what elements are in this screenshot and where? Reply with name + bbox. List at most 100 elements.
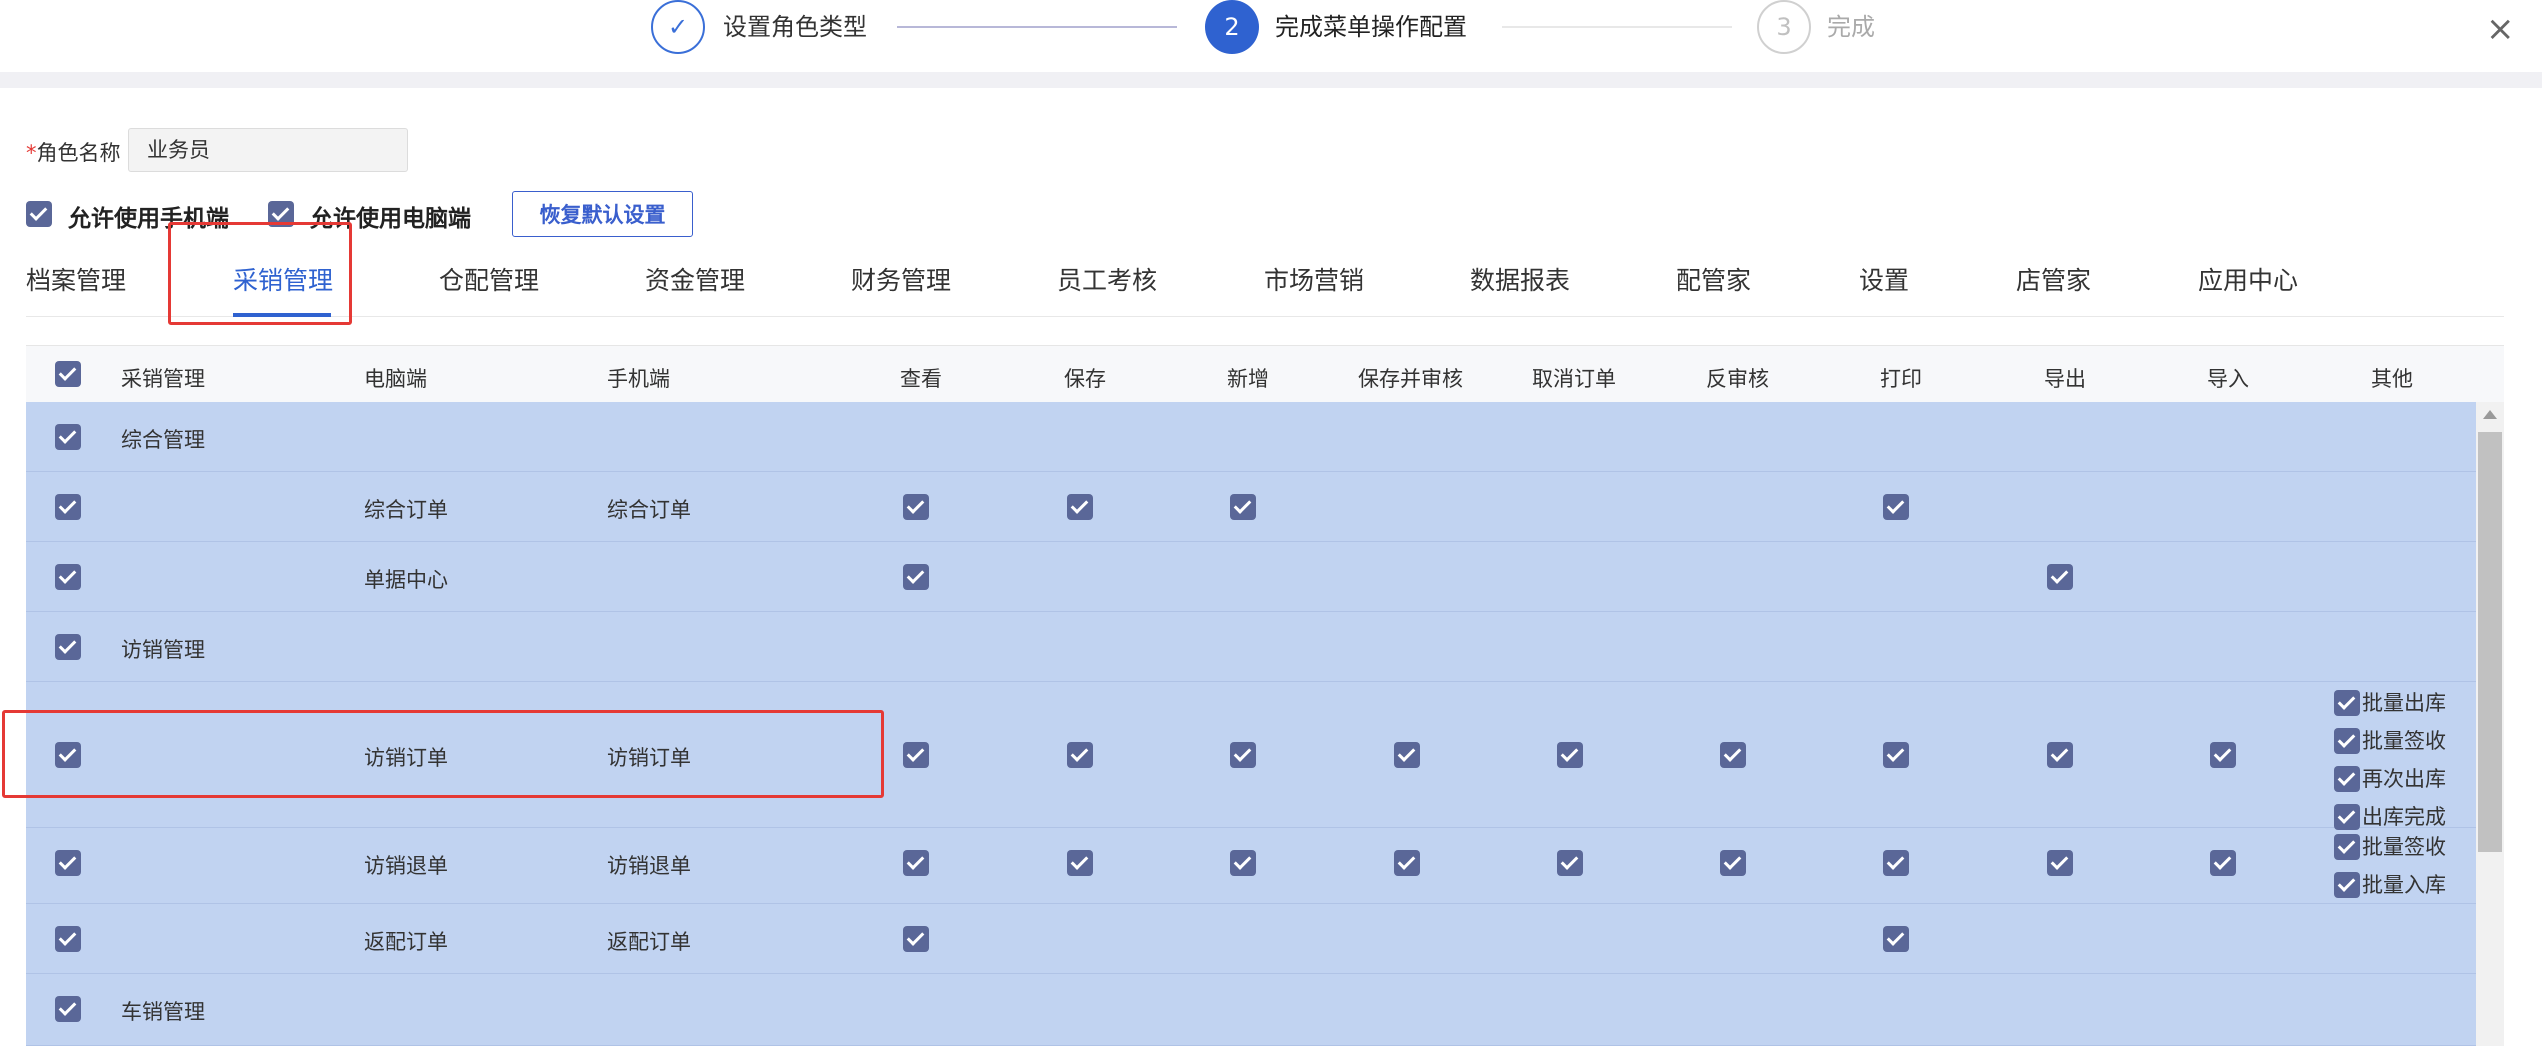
save-approve-checkbox[interactable] [1394,850,1420,876]
row-checkbox[interactable] [55,424,81,450]
table-row: 访销管理 [26,612,2476,682]
group-name: 访销管理 [121,638,205,662]
checkbox-checked-icon[interactable] [2334,834,2360,860]
step-3-label: 完成 [1827,13,1875,41]
col-header-save: 保存 [1064,367,1106,391]
group-name: 综合管理 [121,428,205,452]
print-checkbox[interactable] [1883,742,1909,768]
group-name: 车销管理 [121,1000,205,1024]
step-1-label: 设置角色类型 [723,13,867,41]
checkbox-checked-icon[interactable] [2334,804,2360,830]
mobile-menu-name: 综合订单 [607,498,691,522]
role-name-input[interactable]: 业务员 [128,128,408,172]
cancel-order-checkbox[interactable] [1557,850,1583,876]
add-checkbox[interactable] [1230,494,1256,520]
tab-settings[interactable]: 设置 [1859,261,1909,297]
other-option-label: 再次出库 [2362,767,2446,791]
header-divider-bar [0,72,2542,88]
scroll-up-arrow-icon[interactable] [2483,410,2497,419]
step-connector-1 [897,26,1177,28]
checkbox-checked-icon[interactable] [2334,766,2360,792]
import-checkbox[interactable] [2210,850,2236,876]
view-checkbox[interactable] [903,494,929,520]
tab-archive[interactable]: 档案管理 [26,261,126,297]
other-option-label: 批量出库 [2362,691,2446,715]
step-3-number: 3 [1757,0,1811,54]
restore-default-button[interactable]: 恢复默认设置 [512,191,693,237]
add-checkbox[interactable] [1230,742,1256,768]
row-checkbox[interactable] [55,634,81,660]
print-checkbox[interactable] [1883,850,1909,876]
unapprove-checkbox[interactable] [1720,850,1746,876]
export-checkbox[interactable] [2047,850,2073,876]
view-checkbox[interactable] [903,850,929,876]
print-checkbox[interactable] [1883,926,1909,952]
export-checkbox[interactable] [2047,564,2073,590]
table-row: 单据中心 [26,542,2476,612]
select-all-checkbox[interactable] [55,361,81,387]
checkbox-checked-icon[interactable] [2334,690,2360,716]
print-checkbox[interactable] [1883,494,1909,520]
unapprove-checkbox[interactable] [1720,742,1746,768]
save-approve-checkbox[interactable] [1394,742,1420,768]
view-checkbox[interactable] [903,564,929,590]
col-header-cancel-order: 取消订单 [1532,367,1616,391]
col-header-import: 导入 [2207,367,2249,391]
col-header-unapprove: 反审核 [1706,367,1769,391]
table-row: 访销退单 访销退单 批量签收 批量入库 [26,828,2476,904]
tab-reports[interactable]: 数据报表 [1470,261,1570,297]
checkbox-checked-icon[interactable] [26,201,52,227]
other-option-label: 批量签收 [2362,835,2446,859]
col-header-other: 其他 [2371,367,2413,391]
other-option-label: 批量入库 [2362,873,2446,897]
import-checkbox[interactable] [2210,742,2236,768]
view-checkbox[interactable] [903,742,929,768]
row-checkbox[interactable] [55,850,81,876]
col-header-pc: 电脑端 [364,367,427,391]
step-connector-2 [1502,26,1732,28]
tab-app-center[interactable]: 应用中心 [2198,261,2298,297]
tab-dianguanjia[interactable]: 店管家 [2016,261,2091,297]
step-2-label: 完成菜单操作配置 [1275,13,1467,41]
row-checkbox[interactable] [55,926,81,952]
view-checkbox[interactable] [903,926,929,952]
tab-marketing[interactable]: 市场营销 [1264,261,1364,297]
save-checkbox[interactable] [1067,494,1093,520]
other-option-label: 出库完成 [2362,805,2446,829]
row-checkbox[interactable] [55,996,81,1022]
table-row: 车销管理 [26,974,2476,1046]
export-checkbox[interactable] [2047,742,2073,768]
step-2-number: 2 [1205,0,1259,54]
scrollbar-thumb[interactable] [2478,432,2502,852]
checkbox-checked-icon[interactable] [2334,872,2360,898]
row-checkbox[interactable] [55,564,81,590]
pc-menu-name: 综合订单 [364,498,448,522]
mobile-menu-name: 返配订单 [607,930,691,954]
row-checkbox[interactable] [55,494,81,520]
tab-staff-review[interactable]: 员工考核 [1057,261,1157,297]
highlight-box-tab [168,222,352,325]
save-checkbox[interactable] [1067,742,1093,768]
pc-menu-name: 访销退单 [364,854,448,878]
table-header: 采销管理 电脑端 手机端 查看 保存 新增 保存并审核 取消订单 反审核 打印 … [26,345,2504,402]
col-header-print: 打印 [1880,367,1922,391]
add-checkbox[interactable] [1230,850,1256,876]
col-header-export: 导出 [2044,367,2086,391]
stepper: ✓ 设置角色类型 2 完成菜单操作配置 3 完成 × [0,0,2542,72]
tab-funds[interactable]: 资金管理 [645,261,745,297]
tab-finance[interactable]: 财务管理 [851,261,951,297]
tab-peiguanjia[interactable]: 配管家 [1676,261,1751,297]
role-name-label-text: 角色名称 [36,141,121,165]
col-header-module: 采销管理 [121,367,205,391]
col-header-add: 新增 [1227,367,1269,391]
pc-menu-name: 返配订单 [364,930,448,954]
close-icon[interactable]: × [2486,12,2515,46]
col-header-save-approve: 保存并审核 [1358,367,1463,391]
tab-warehouse[interactable]: 仓配管理 [439,261,539,297]
highlight-box-row [2,710,884,798]
save-checkbox[interactable] [1067,850,1093,876]
table-row: 返配订单 返配订单 [26,904,2476,974]
cancel-order-checkbox[interactable] [1557,742,1583,768]
table-row: 综合订单 综合订单 [26,472,2476,542]
checkbox-checked-icon[interactable] [2334,728,2360,754]
